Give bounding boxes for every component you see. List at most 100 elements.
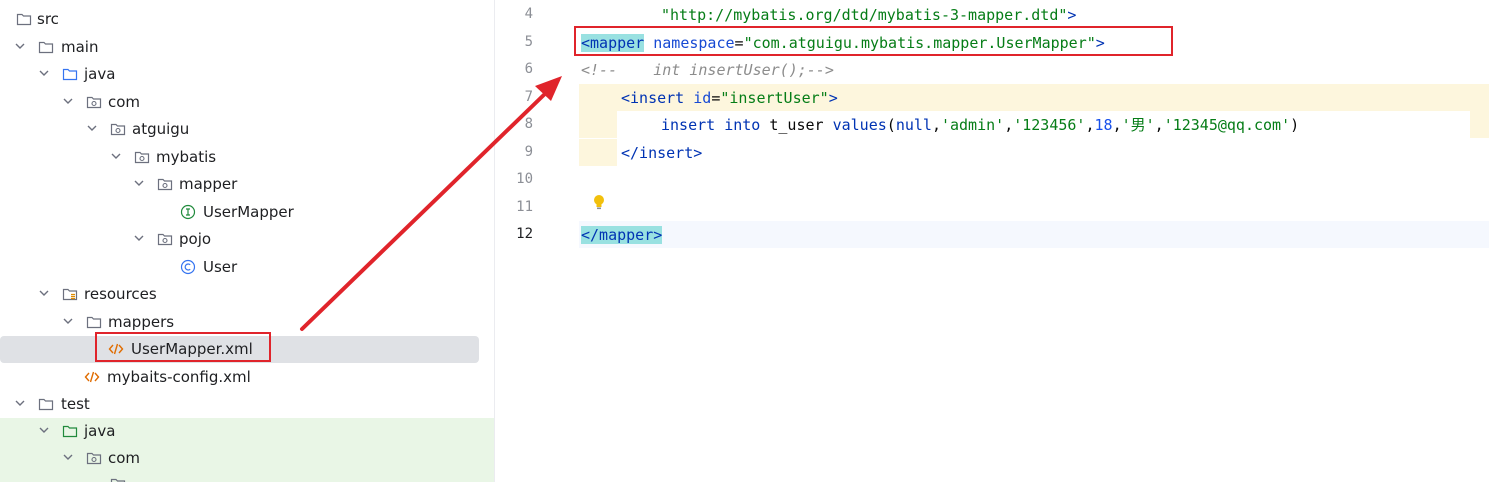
tree-item-resources[interactable]: resources [0, 281, 494, 308]
tree-item-partial [0, 472, 494, 482]
line-number: 7 [524, 89, 533, 105]
comma: , [1004, 116, 1014, 134]
chevron-down-icon[interactable] [84, 120, 100, 136]
code-editor[interactable]: 4 5 6 7 8 9 10 11 12 "http://mybatis.org… [495, 0, 1489, 482]
line-number: 10 [516, 171, 533, 187]
line-highlight [579, 139, 617, 166]
tree-item-mybatis[interactable]: mybatis [0, 144, 494, 171]
line-number: 11 [516, 199, 533, 215]
code-line-8[interactable]: insert into t_user values(null,'admin','… [661, 115, 1299, 135]
folder-icon [86, 316, 102, 329]
tree-item-test-com[interactable]: com [0, 445, 494, 472]
tree-item-usermapper[interactable]: UserMapper [0, 199, 494, 226]
tree-item-test-java[interactable]: java [0, 418, 494, 445]
chevron-down-icon[interactable] [12, 38, 28, 54]
paren: ( [886, 116, 896, 134]
chevron-down-icon[interactable] [36, 65, 52, 81]
tree-item-label: UserMapper [203, 203, 294, 221]
code-line-6[interactable]: <!-- int insertUser();--> [581, 60, 834, 80]
id-attr: id [693, 89, 712, 107]
sql-string: '12345@qq.com' [1163, 116, 1291, 134]
annotation-box-namespace [574, 26, 1173, 56]
chevron-down-icon[interactable] [60, 313, 76, 329]
line-number: 5 [524, 34, 533, 50]
tree-item-label: com [108, 93, 141, 111]
sql-number: 18 [1094, 116, 1113, 134]
code-line-12[interactable]: </mapper> [581, 225, 663, 245]
comma: , [931, 116, 941, 134]
chevron-down-icon[interactable] [36, 422, 52, 438]
tree-item-java[interactable]: java [0, 61, 494, 88]
tree-item-label: mapper [179, 175, 238, 193]
tree-item-label: java [84, 65, 116, 83]
line-highlight [579, 111, 617, 138]
table-name: t_user [769, 116, 824, 134]
comment: <!-- int insertUser();--> [581, 61, 834, 79]
code-line-4[interactable]: "http://mybatis.org/dtd/mybatis-3-mapper… [661, 5, 1076, 25]
sql-string: '男' [1121, 116, 1155, 134]
line-number: 6 [524, 61, 533, 77]
chevron-down-icon[interactable] [12, 395, 28, 411]
tree-item-user[interactable]: User [0, 254, 494, 281]
package-icon [110, 478, 126, 482]
chevron-down-icon[interactable] [108, 148, 124, 164]
lightbulb-icon[interactable] [591, 193, 607, 211]
tree-item-label: pojo [179, 230, 212, 248]
equals: = [711, 89, 721, 107]
package-icon [157, 178, 173, 191]
package-icon [110, 123, 126, 136]
sql-string: '123456' [1013, 116, 1086, 134]
paren: ) [1290, 116, 1300, 134]
tree-item-com[interactable]: com [0, 89, 494, 116]
tree-item-main[interactable]: main [0, 34, 494, 61]
chevron-down-icon[interactable] [60, 449, 76, 465]
line-gutter: 4 5 6 7 8 9 10 11 12 [495, 0, 579, 482]
package-icon [134, 151, 150, 164]
tree-item-pojo[interactable]: pojo [0, 226, 494, 253]
tree-item-label: com [108, 449, 141, 467]
tree-item-label: java [84, 422, 116, 440]
class-icon [180, 259, 196, 275]
line-number: 8 [524, 116, 533, 132]
line-number: 4 [524, 6, 533, 22]
package-icon [157, 233, 173, 246]
sql-keyword: insert [661, 116, 716, 134]
source-folder-icon [62, 68, 78, 81]
line-number: 9 [524, 144, 533, 160]
chevron-down-icon[interactable] [60, 93, 76, 109]
comma: , [1112, 116, 1122, 134]
chevron-down-icon[interactable] [131, 230, 147, 246]
tree-item-src[interactable]: src [0, 6, 494, 33]
tree-item-label: mappers [108, 313, 175, 331]
tree-item-label: atguigu [132, 120, 190, 138]
code-line-7[interactable]: <insert id="insertUser"> [621, 88, 838, 108]
line-highlight [1470, 111, 1489, 138]
id-value: "insertUser" [720, 89, 829, 107]
chevron-down-icon[interactable] [131, 175, 147, 191]
test-source-folder-icon [62, 425, 78, 438]
comma: , [1154, 116, 1164, 134]
tree-item-mapper[interactable]: mapper [0, 171, 494, 198]
folder-icon [38, 398, 54, 411]
project-tree: src main java com atguigu mybatis mapper… [0, 0, 495, 482]
folder-icon [38, 41, 54, 54]
code-line-9[interactable]: </insert> [621, 143, 702, 163]
sql-string: 'admin' [940, 116, 1005, 134]
xml-file-icon [84, 371, 100, 383]
package-icon [86, 452, 102, 465]
tree-item-mybaits-config-xml[interactable]: mybaits-config.xml [0, 364, 494, 391]
tag-close: > [1067, 6, 1077, 24]
tree-item-test[interactable]: test [0, 391, 494, 418]
comma: , [1085, 116, 1095, 134]
annotation-box-file [95, 332, 271, 362]
sql-null: null [895, 116, 932, 134]
dtd-url-string: "http://mybatis.org/dtd/mybatis-3-mapper… [661, 6, 1068, 24]
tree-item-label: test [61, 395, 90, 413]
sql-keyword: values [832, 116, 887, 134]
chevron-down-icon[interactable] [36, 285, 52, 301]
sql-keyword: into [724, 116, 761, 134]
tree-item-atguigu[interactable]: atguigu [0, 116, 494, 143]
resources-folder-icon [62, 288, 78, 301]
tag-close: > [828, 89, 838, 107]
tag-close: > [653, 226, 663, 244]
